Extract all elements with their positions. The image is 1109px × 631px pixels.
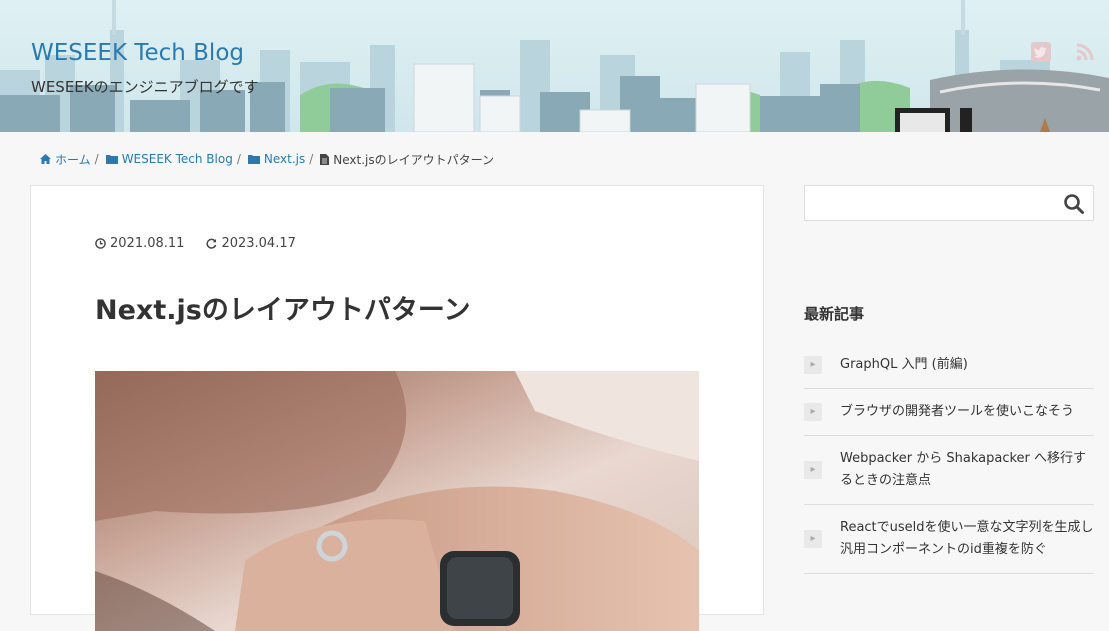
recent-post-title: Reactでuseldを使い一意な文字列を生成し汎用コンポーネントのid重複を防… — [840, 520, 1094, 557]
updated-date: 2023.04.17 — [206, 236, 296, 251]
site-header: WESEEK Tech Blog WESEEKのエンジニアブログです — [0, 0, 1109, 132]
recent-post-item[interactable]: ▸ Webpacker から Shakapacker へ移行するときの注意点 — [804, 436, 1094, 505]
folder-icon — [105, 155, 118, 164]
chevron-right-icon: ▸ — [804, 356, 822, 374]
updated-date-text: 2023.04.17 — [221, 236, 296, 251]
search-form — [804, 185, 1094, 221]
header-skyline-illustration — [0, 0, 1109, 132]
rss-icon[interactable] — [1075, 42, 1095, 62]
breadcrumb-category-blog[interactable]: WESEEK Tech Blog — [105, 152, 233, 166]
twitter-icon[interactable] — [1031, 42, 1051, 62]
chevron-right-icon: ▸ — [804, 530, 822, 548]
recent-post-title: GraphQL 入門 (前編) — [840, 357, 968, 372]
post-title: Next.jsのレイアウトパターン — [95, 295, 471, 326]
breadcrumb-category-nextjs[interactable]: Next.js — [247, 152, 306, 166]
file-icon — [320, 153, 330, 165]
recent-post-item[interactable]: ▸ ブラウザの開発者ツールを使いこなそう — [804, 389, 1094, 436]
breadcrumb-current: Next.jsのレイアウトパターン — [320, 151, 494, 168]
recent-post-item[interactable]: ▸ Reactでuseldを使い一意な文字列を生成し汎用コンポーネントのid重複… — [804, 505, 1094, 574]
breadcrumb-current-label: Next.jsのレイアウトパターン — [333, 152, 495, 167]
post-dates: 2021.08.11 2023.04.17 — [95, 236, 318, 251]
breadcrumb-home[interactable]: ホーム — [40, 151, 91, 168]
refresh-icon — [206, 238, 217, 249]
recent-post-item[interactable]: ▸ GraphQL 入門 (前編) — [804, 342, 1094, 389]
search-icon[interactable] — [1063, 193, 1085, 215]
site-title-link[interactable]: WESEEK Tech Blog — [31, 40, 244, 66]
published-date: 2021.08.11 — [95, 236, 184, 251]
site-description: WESEEKのエンジニアブログです — [31, 78, 259, 96]
search-input[interactable] — [805, 186, 1055, 220]
recent-posts-list: ▸ GraphQL 入門 (前編) ▸ ブラウザの開発者ツールを使いこなそう ▸… — [804, 342, 1094, 574]
breadcrumb-category-nextjs-label: Next.js — [263, 152, 306, 166]
article-card: 2021.08.11 2023.04.17 Next.jsのレイアウトパターン — [30, 185, 764, 631]
recent-post-title: ブラウザの開発者ツールを使いこなそう — [840, 404, 1075, 419]
chevron-right-icon: ▸ — [804, 403, 822, 421]
breadcrumb-separator: / — [309, 152, 314, 166]
breadcrumb-home-label: ホーム — [55, 152, 91, 167]
clock-icon — [95, 238, 106, 249]
published-date-text: 2021.08.11 — [110, 236, 185, 251]
header-social-icons — [1031, 42, 1095, 62]
eyecatch-image — [95, 371, 699, 631]
recent-post-title: Webpacker から Shakapacker へ移行するときの注意点 — [840, 451, 1087, 488]
breadcrumb-category-blog-label: WESEEK Tech Blog — [121, 152, 233, 166]
recent-posts-heading: 最新記事 — [804, 305, 865, 323]
folder-icon — [247, 155, 260, 164]
breadcrumb-separator: / — [94, 152, 99, 166]
breadcrumb: ホーム / WESEEK Tech Blog / Next.js / Next.… — [40, 150, 494, 168]
breadcrumb-separator: / — [236, 152, 241, 166]
home-icon — [40, 154, 51, 164]
chevron-right-icon: ▸ — [804, 461, 822, 479]
